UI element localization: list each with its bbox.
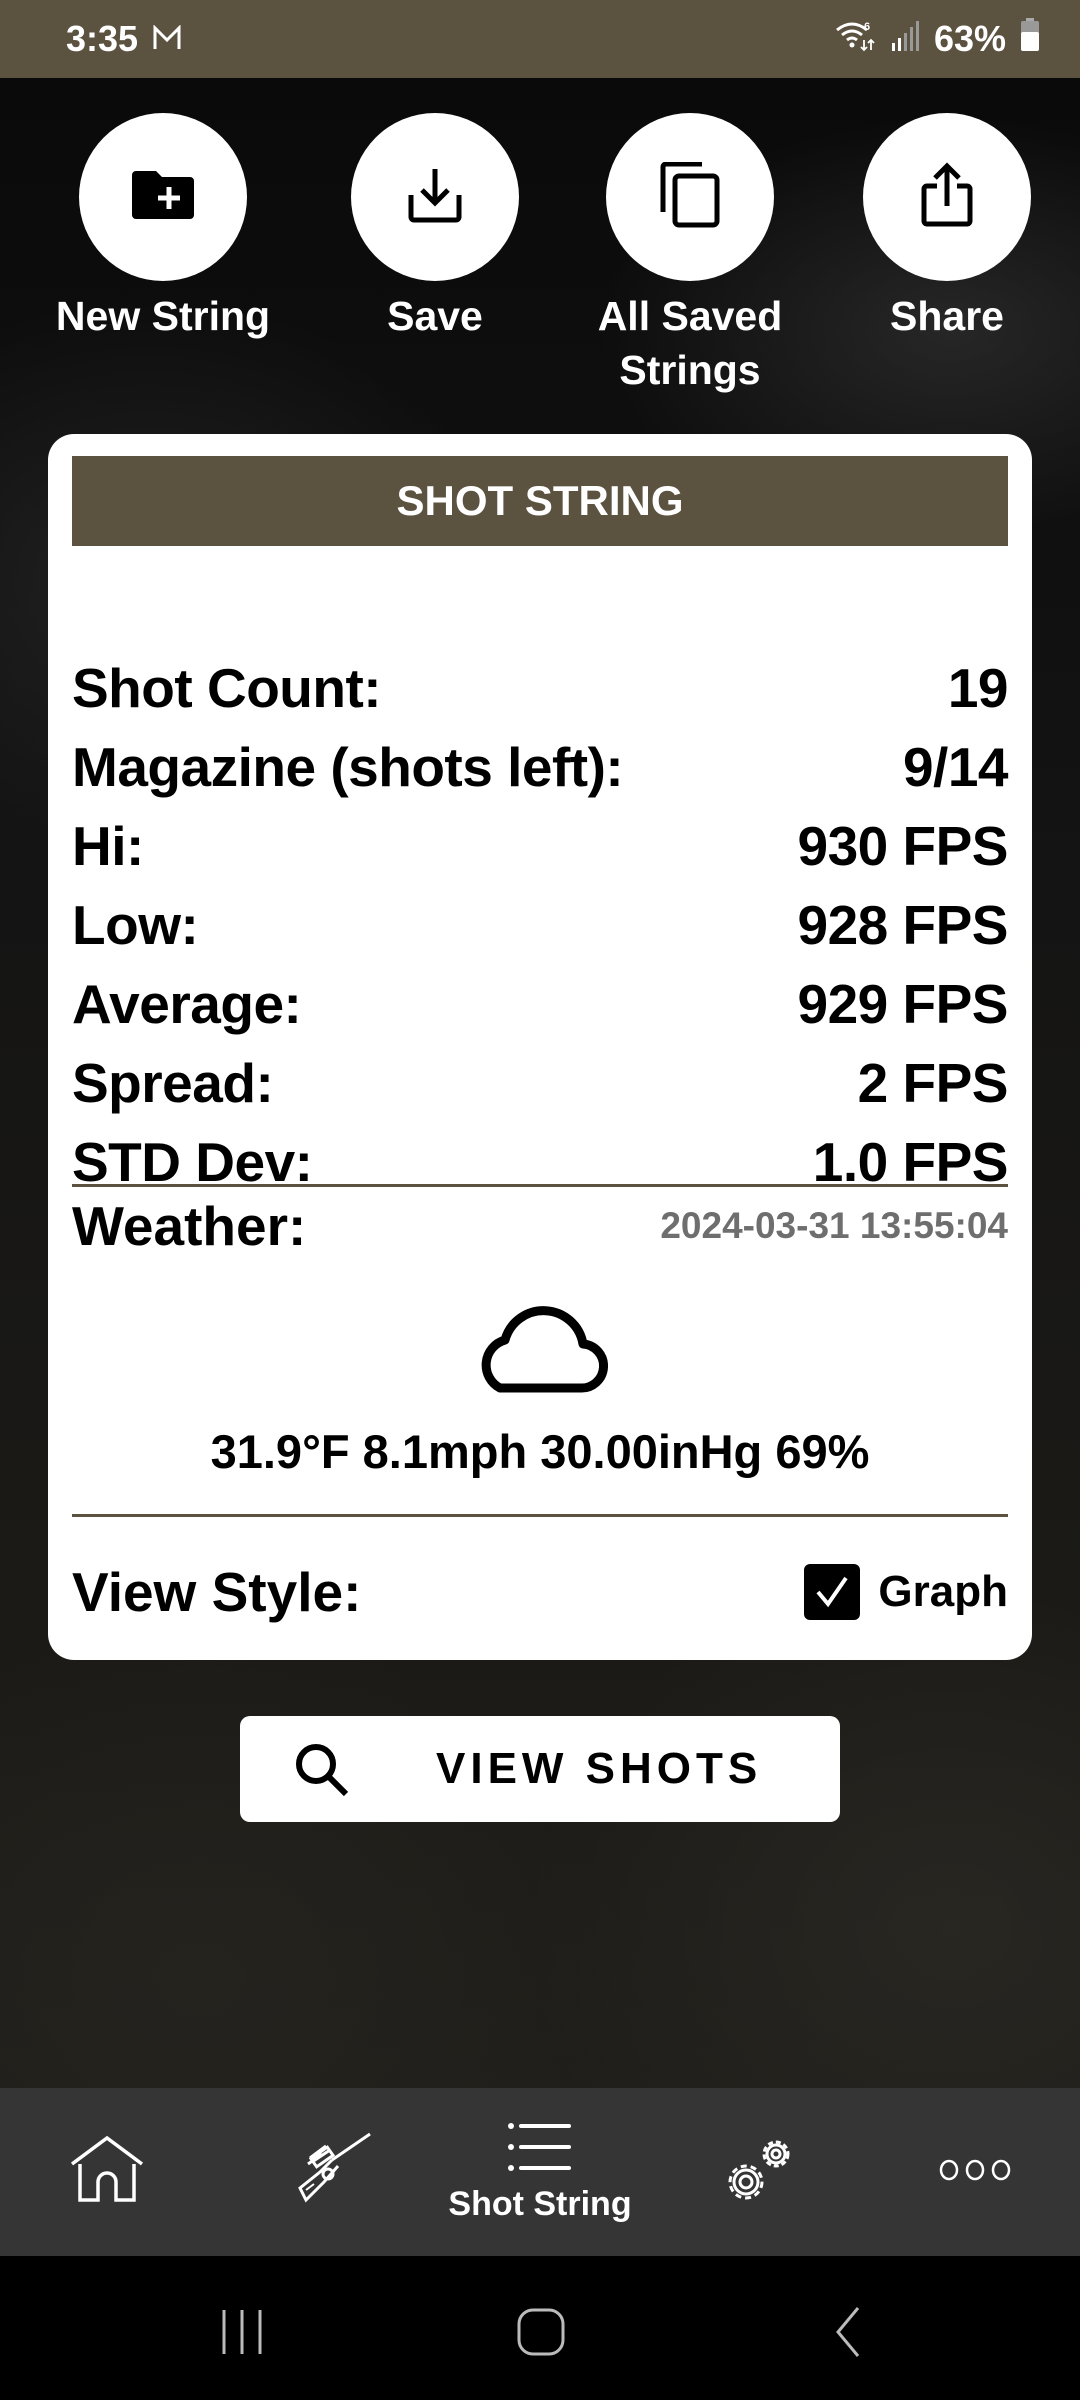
- cloud-icon: [472, 1304, 608, 1394]
- divider: [72, 1514, 1008, 1517]
- download-icon: [407, 167, 463, 228]
- bottom-nav: Shot String: [0, 2088, 1080, 2256]
- stat-row-shot-count: Shot Count: 19: [72, 648, 1009, 727]
- divider: [72, 1184, 1008, 1187]
- svg-text:6: 6: [864, 21, 870, 33]
- all-saved-strings-circle[interactable]: [606, 113, 774, 281]
- system-navigation-bar: [0, 2256, 1080, 2400]
- share-icon: [921, 161, 973, 233]
- stat-label: Hi:: [72, 814, 144, 877]
- stat-value: 9/14: [902, 735, 1009, 798]
- home-icon: [70, 2135, 146, 2209]
- home-system-icon: [517, 2308, 565, 2356]
- nav-home[interactable]: [48, 2088, 168, 2256]
- card-title: SHOT STRING: [72, 456, 1008, 546]
- nav-rifle[interactable]: [264, 2088, 404, 2256]
- weather-summary: 31.9°F 8.1mph 30.00inHg 69%: [210, 1425, 870, 1478]
- check-icon: [816, 1576, 849, 1608]
- home-button[interactable]: [515, 2306, 567, 2363]
- list-icon: [507, 2120, 573, 2179]
- clock: 3:35: [66, 18, 139, 59]
- action-bar: New String Save All Saved Strings Share: [0, 113, 1080, 403]
- view-style-label: View Style:: [72, 1561, 362, 1623]
- search-icon: [294, 1742, 350, 1803]
- weather-timestamp: 2024-03-31 13:55:04: [660, 1205, 1008, 1246]
- view-shots-label: VIEW SHOTS: [436, 1744, 763, 1793]
- weather-label: Weather:: [72, 1195, 307, 1257]
- stat-value: 928 FPS: [797, 893, 1008, 956]
- nav-settings[interactable]: [700, 2088, 820, 2256]
- all-saved-strings-label: All Saved Strings: [597, 293, 783, 393]
- checkbox-checked[interactable]: [804, 1564, 861, 1620]
- nav-label-shot-string: Shot String: [448, 2185, 632, 2223]
- stat-label: Shot Count:: [72, 656, 382, 719]
- stat-value: 929 FPS: [797, 972, 1008, 1035]
- share-label: Share: [890, 293, 1004, 339]
- new-string-button[interactable]: New String: [33, 113, 293, 343]
- back-button[interactable]: [830, 2306, 866, 2363]
- stat-row-magazine: Magazine (shots left): 9/14: [72, 727, 1009, 806]
- stat-row-hi: Hi: 930 FPS: [72, 806, 1008, 885]
- new-string-circle[interactable]: [79, 113, 247, 281]
- stat-row-low: Low: 928 FPS: [72, 885, 1008, 964]
- new-folder-icon: [132, 169, 194, 226]
- recents-button[interactable]: [218, 2306, 268, 2361]
- wifi-icon: 6: [834, 18, 876, 61]
- all-saved-strings-button[interactable]: All Saved Strings: [560, 113, 820, 397]
- share-button[interactable]: Share: [817, 113, 1077, 343]
- graph-checkbox[interactable]: Graph: [804, 1564, 1008, 1620]
- status-bar: 3:35 6 63%: [0, 0, 1080, 78]
- stat-value: 930 FPS: [797, 814, 1008, 877]
- battery-icon: [1020, 17, 1040, 61]
- battery-percent: 63%: [933, 18, 1006, 59]
- stat-label: Average:: [72, 972, 302, 1035]
- new-string-label: New String: [55, 293, 271, 339]
- stat-row-average: Average: 929 FPS: [72, 964, 1008, 1043]
- view-style-row: View Style: Graph: [72, 1552, 1008, 1632]
- save-circle[interactable]: [351, 113, 519, 281]
- stat-label: Spread:: [72, 1051, 274, 1114]
- nav-shot-string[interactable]: Shot String: [430, 2088, 650, 2256]
- stat-row-spread: Spread: 2 FPS: [72, 1043, 1009, 1122]
- save-button[interactable]: Save: [305, 113, 565, 343]
- copy-icon: [660, 161, 720, 233]
- more-icon: [939, 2158, 1011, 2187]
- signal-icon: [890, 18, 920, 60]
- back-icon: [836, 2307, 860, 2357]
- stat-label: Low:: [72, 893, 199, 956]
- share-circle[interactable]: [863, 113, 1031, 281]
- graph-label: Graph: [878, 1567, 1008, 1616]
- save-label: Save: [387, 293, 483, 339]
- recents-icon: [222, 2310, 262, 2354]
- shot-string-card: SHOT STRING Shot Count: 19 Magazine (sho…: [48, 434, 1032, 1660]
- stat-value: 2 FPS: [857, 1051, 1009, 1114]
- stat-value: 19: [947, 656, 1009, 719]
- gmail-icon: [152, 18, 182, 60]
- stat-label: Magazine (shots left):: [72, 735, 624, 798]
- nav-more[interactable]: [920, 2088, 1030, 2256]
- weather-header: Weather: 2024-03-31 13:55:04: [72, 1190, 1008, 1262]
- view-shots-button[interactable]: VIEW SHOTS: [240, 1716, 840, 1822]
- rifle-icon: [296, 2132, 372, 2213]
- gears-icon: [720, 2130, 800, 2215]
